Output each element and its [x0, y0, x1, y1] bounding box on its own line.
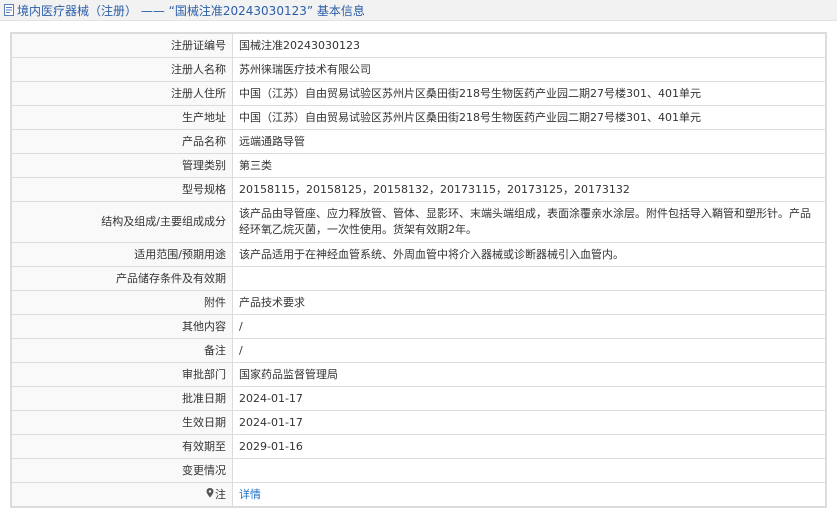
row-value: 2024-01-17 — [232, 386, 826, 411]
title-separator: —— — [137, 3, 169, 18]
table-row: 备注 / — [11, 338, 826, 363]
row-label: 附件 — [11, 290, 233, 315]
row-label: 备注 — [11, 338, 233, 363]
row-value — [232, 458, 826, 483]
row-label: 生产地址 — [11, 105, 233, 130]
row-label: 审批部门 — [11, 362, 233, 387]
table-row: 注册证编号 国械注准20243030123 — [11, 33, 826, 58]
table-row: 有效期至 2029-01-16 — [11, 434, 826, 459]
note-label: 注 — [215, 487, 226, 501]
page-title: 境内医疗器械（注册） —— “国械注准20243030123” 基本信息 — [17, 2, 365, 19]
row-label: 结构及组成/主要组成成分 — [11, 201, 233, 243]
table-row: 批准日期 2024-01-17 — [11, 386, 826, 411]
table-row: 注册人住所 中国（江苏）自由贸易试验区苏州片区桑田街218号生物医药产业园二期27… — [11, 81, 826, 106]
table-row: 结构及组成/主要组成成分 该产品由导管座、应力释放管、管体、显影环、末端头端组成，… — [11, 201, 826, 243]
page-titlebar: 境内医疗器械（注册） —— “国械注准20243030123” 基本信息 — [0, 0, 837, 21]
row-label: 适用范围/预期用途 — [11, 242, 233, 267]
row-value: 国械注准20243030123 — [232, 33, 826, 58]
row-label: 管理类别 — [11, 153, 233, 178]
info-table-container: 注册证编号 国械注准20243030123 注册人名称 苏州徕瑞医疗技术有限公司 注册人… — [10, 32, 827, 508]
row-value — [232, 266, 826, 291]
row-label: 批准日期 — [11, 386, 233, 411]
row-value: 第三类 — [232, 153, 826, 178]
row-label: 注册人住所 — [11, 81, 233, 106]
document-icon — [4, 4, 14, 16]
row-value: 20158115，20158125，20158132，20173115，2017… — [232, 177, 826, 202]
row-label: 产品名称 — [11, 129, 233, 154]
row-value: / — [232, 314, 826, 339]
table-row: 生产地址 中国（江苏）自由贸易试验区苏州片区桑田街218号生物医药产业园二期27号… — [11, 105, 826, 130]
table-row: 产品名称 远端通路导管 — [11, 129, 826, 154]
note-label-cell: 注 — [11, 482, 233, 507]
table-row: 型号规格 20158115，20158125，20158132，20173115，… — [11, 177, 826, 202]
title-suffix: 基本信息 — [313, 3, 365, 18]
location-pin-icon — [206, 487, 214, 503]
table-row: 其他内容 / — [11, 314, 826, 339]
row-label: 变更情况 — [11, 458, 233, 483]
row-value: / — [232, 338, 826, 363]
table-row: 产品储存条件及有效期 — [11, 266, 826, 291]
table-row: 变更情况 — [11, 458, 826, 483]
row-label: 型号规格 — [11, 177, 233, 202]
table-row-note: 注详情 — [11, 482, 826, 507]
details-link[interactable]: 详情 — [239, 488, 261, 501]
row-value: 2024-01-17 — [232, 410, 826, 435]
row-value: 该产品适用于在神经血管系统、外周血管中将介入器械或诊断器械引入血管内。 — [232, 242, 826, 267]
row-value: 国家药品监督管理局 — [232, 362, 826, 387]
table-row: 管理类别 第三类 — [11, 153, 826, 178]
table-row: 适用范围/预期用途 该产品适用于在神经血管系统、外周血管中将介入器械或诊断器械引入… — [11, 242, 826, 267]
row-value: 远端通路导管 — [232, 129, 826, 154]
row-value: 中国（江苏）自由贸易试验区苏州片区桑田街218号生物医药产业园二期27号楼301… — [232, 81, 826, 106]
title-prefix: 境内医疗器械（注册） — [17, 3, 138, 18]
row-label: 有效期至 — [11, 434, 233, 459]
row-label: 生效日期 — [11, 410, 233, 435]
table-row: 附件 产品技术要求 — [11, 290, 826, 315]
row-value: 苏州徕瑞医疗技术有限公司 — [232, 57, 826, 82]
row-value: 产品技术要求 — [232, 290, 826, 315]
note-value-cell: 详情 — [232, 482, 826, 507]
row-label: 注册人名称 — [11, 57, 233, 82]
row-value: 2029-01-16 — [232, 434, 826, 459]
table-row: 审批部门 国家药品监督管理局 — [11, 362, 826, 387]
info-table: 注册证编号 国械注准20243030123 注册人名称 苏州徕瑞医疗技术有限公司 注册人… — [11, 33, 826, 507]
title-registration-number: “国械注准20243030123” — [168, 3, 314, 18]
row-label: 产品储存条件及有效期 — [11, 266, 233, 291]
row-value: 该产品由导管座、应力释放管、管体、显影环、末端头端组成，表面涂覆亲水涂层。附件包… — [232, 201, 826, 243]
table-row: 注册人名称 苏州徕瑞医疗技术有限公司 — [11, 57, 826, 82]
table-row: 生效日期 2024-01-17 — [11, 410, 826, 435]
row-label: 注册证编号 — [11, 33, 233, 58]
row-label: 其他内容 — [11, 314, 233, 339]
row-value: 中国（江苏）自由贸易试验区苏州片区桑田街218号生物医药产业园二期27号楼301… — [232, 105, 826, 130]
